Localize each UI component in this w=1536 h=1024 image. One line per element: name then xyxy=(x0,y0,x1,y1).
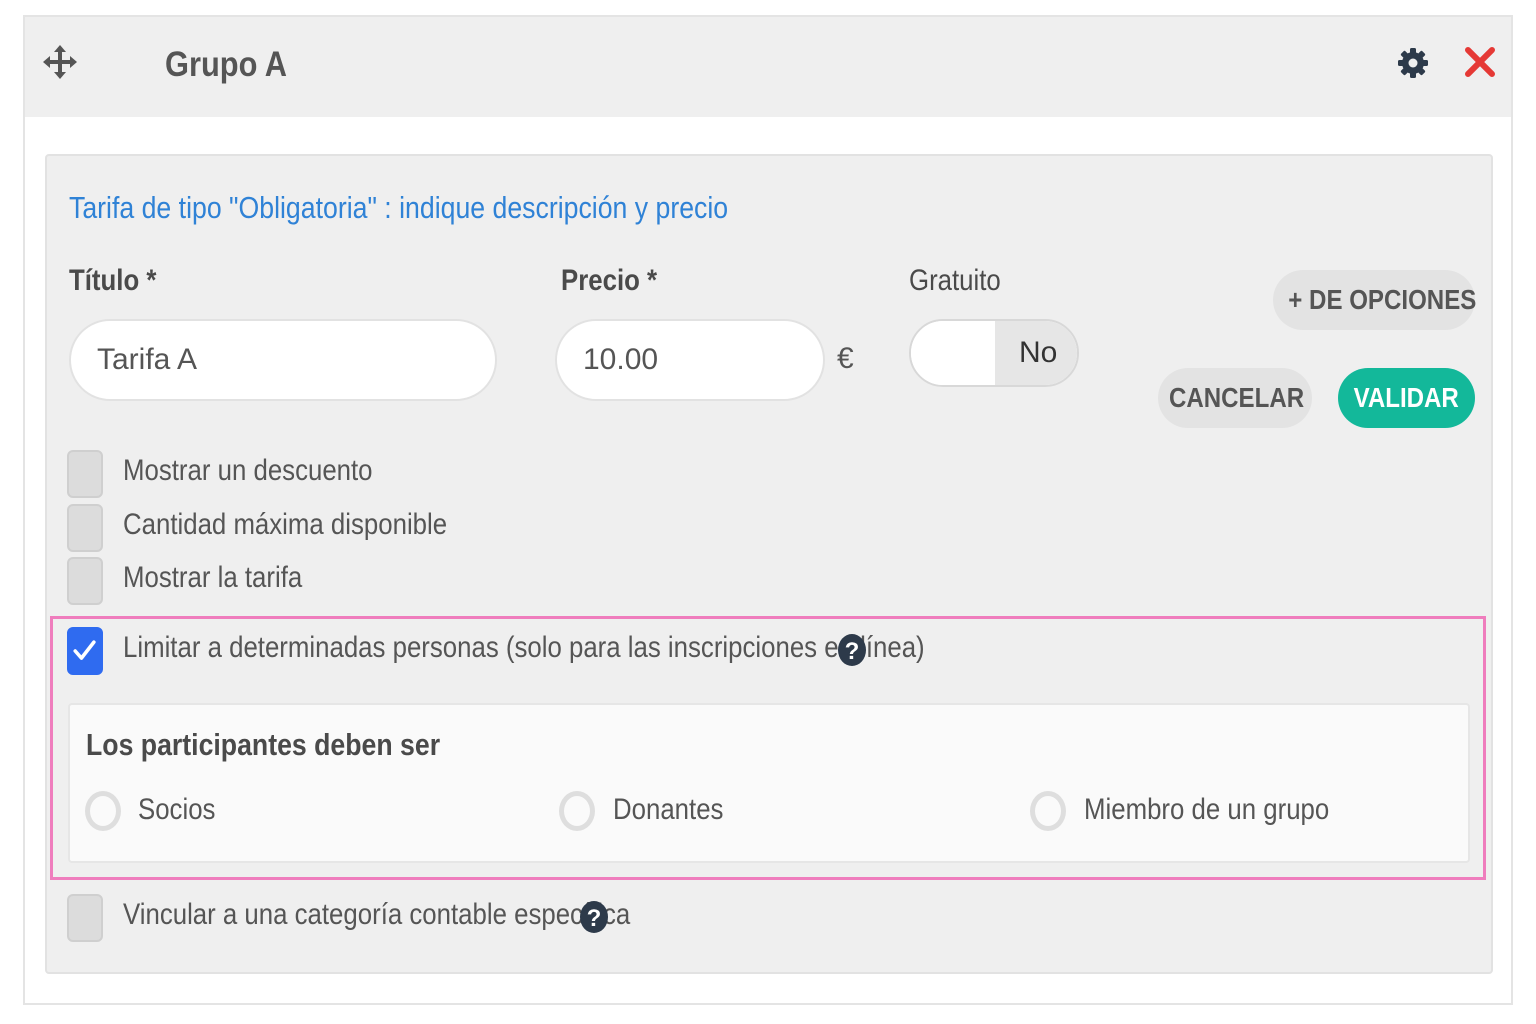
max-quantity-label: Cantidad máxima disponible xyxy=(123,508,448,541)
participants-panel: Los participantes deben ser Socios Donan… xyxy=(68,703,1470,863)
radio-label-socios: Socios xyxy=(138,793,216,826)
free-label: Gratuito xyxy=(909,264,1001,297)
show-rate-label: Mostrar la tarifa xyxy=(123,561,303,594)
close-x-icon[interactable] xyxy=(1463,45,1497,79)
radio-socios[interactable] xyxy=(85,791,121,831)
limit-people-checkbox[interactable] xyxy=(67,627,103,675)
dialog-header: Grupo A xyxy=(25,17,1511,117)
move-arrows-icon[interactable] xyxy=(43,45,77,79)
show-rate-checkbox[interactable] xyxy=(67,557,103,605)
free-toggle[interactable]: No xyxy=(909,319,1079,387)
svg-text:?: ? xyxy=(587,905,602,932)
discount-checkbox[interactable] xyxy=(67,450,103,498)
title-input[interactable] xyxy=(69,319,497,401)
currency-symbol: € xyxy=(837,342,854,375)
form-intro-text: Tarifa de tipo "Obligatoria" : indique d… xyxy=(69,190,729,225)
accounting-label: Vincular a una categoría contable especí… xyxy=(123,898,631,931)
toggle-state-label: No xyxy=(995,321,1077,385)
more-options-button[interactable]: + DE OPCIONES xyxy=(1273,270,1476,330)
radio-group-member[interactable] xyxy=(1030,791,1066,831)
help-icon[interactable]: ? xyxy=(579,900,609,934)
help-icon[interactable]: ? xyxy=(837,633,867,667)
price-input[interactable] xyxy=(555,319,825,401)
gear-icon[interactable] xyxy=(1397,47,1429,79)
cancel-button[interactable]: CANCELAR xyxy=(1158,368,1312,428)
radio-label-group-member: Miembro de un grupo xyxy=(1084,793,1330,826)
radio-donantes[interactable] xyxy=(559,791,595,831)
tariff-form-card: Tarifa de tipo "Obligatoria" : indique d… xyxy=(45,154,1493,974)
title-label: Título * xyxy=(69,264,157,297)
dialog-title: Grupo A xyxy=(165,45,288,84)
svg-text:?: ? xyxy=(845,638,860,665)
validate-button[interactable]: VALIDAR xyxy=(1338,368,1475,428)
tariff-dialog: Grupo A Tarifa de tipo "Obligatoria" : i… xyxy=(23,15,1513,1005)
max-quantity-checkbox[interactable] xyxy=(67,504,103,552)
accounting-checkbox[interactable] xyxy=(67,894,103,942)
toggle-knob xyxy=(911,321,995,385)
participants-title: Los participantes deben ser xyxy=(86,727,441,762)
radio-label-donantes: Donantes xyxy=(613,793,724,826)
price-label: Precio * xyxy=(561,264,658,297)
limit-people-highlight: Limitar a determinadas personas (solo pa… xyxy=(50,616,1486,880)
limit-people-label: Limitar a determinadas personas (solo pa… xyxy=(123,631,925,664)
discount-label: Mostrar un descuento xyxy=(123,454,373,487)
checkmark-icon xyxy=(73,640,96,660)
